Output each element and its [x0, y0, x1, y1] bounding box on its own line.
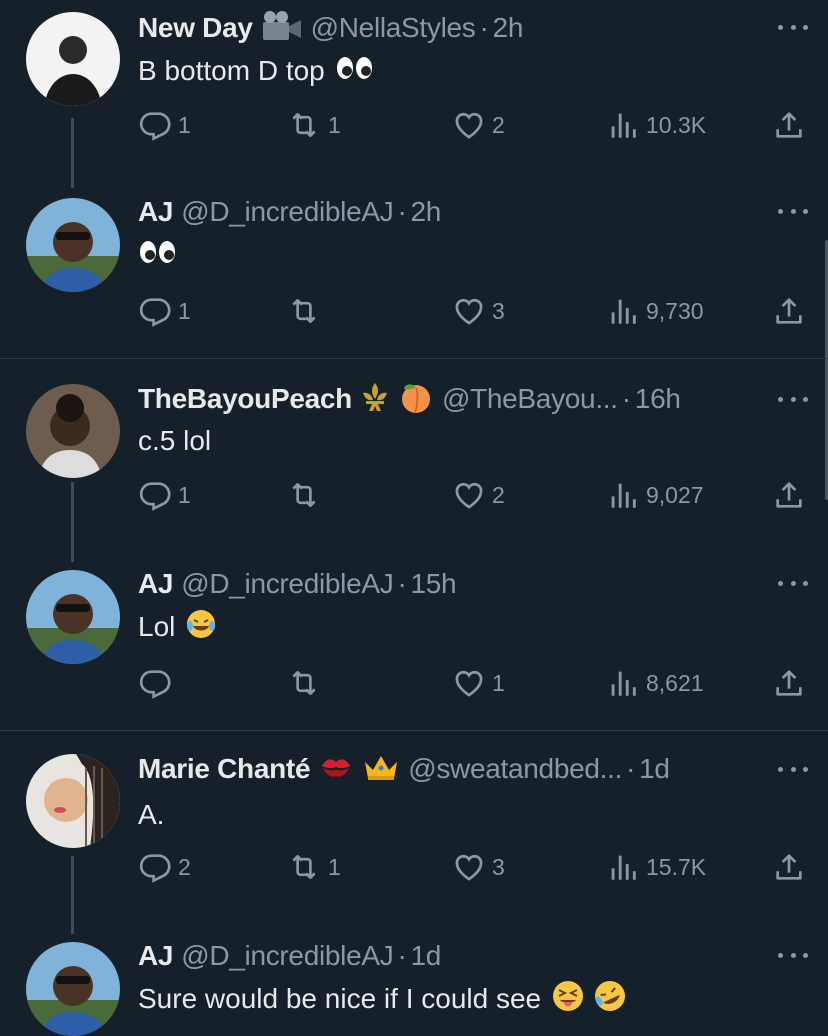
avatar[interactable]	[26, 198, 120, 292]
tweet[interactable]: New Day @NellaStyles · 2h B bottom D top…	[0, 0, 828, 188]
handle[interactable]: @NellaStyles	[311, 12, 476, 44]
like-button[interactable]: 1	[452, 666, 505, 700]
divider	[0, 730, 828, 731]
like-button[interactable]: 2	[452, 478, 505, 512]
reply-button[interactable]: 1	[138, 478, 191, 512]
retweet-button[interactable]	[286, 478, 328, 512]
reply-button[interactable]: 1	[138, 108, 191, 142]
tweet-header: New Day @NellaStyles · 2h	[138, 10, 523, 46]
avatar[interactable]	[26, 942, 120, 1036]
timestamp[interactable]: 1d	[639, 753, 670, 785]
avatar[interactable]	[26, 12, 120, 106]
tweet-text: c.5 lol	[138, 425, 212, 456]
handle[interactable]: @D_incredibleAJ	[181, 196, 394, 228]
tweet-header: TheBayouPeach @TheBayou... · 16h	[138, 380, 681, 418]
tweet-text: Lol	[138, 608, 217, 646]
separator: ·	[479, 12, 489, 43]
tweet-text: B bottom D top	[138, 52, 375, 90]
views-button[interactable]: 9,730	[606, 294, 704, 328]
kiss-mark-icon	[318, 752, 354, 787]
share-button[interactable]	[772, 850, 806, 884]
thread-line	[71, 118, 74, 188]
avatar[interactable]	[26, 570, 120, 664]
tears-of-joy-emoji-icon	[185, 608, 217, 647]
more-icon[interactable]	[778, 950, 808, 960]
tweet-header: Marie Chanté @sweatandbed... · 1d	[138, 750, 670, 788]
like-button[interactable]: 3	[452, 850, 505, 884]
share-button[interactable]	[772, 294, 806, 328]
separator: ·	[626, 753, 636, 784]
tweet-text: A.	[138, 799, 165, 830]
crown-icon	[362, 752, 400, 787]
tweet-text	[138, 236, 178, 274]
action-bar: 1 1 2 10.3K	[138, 108, 808, 144]
display-name[interactable]: AJ	[138, 196, 174, 228]
like-button[interactable]: 2	[452, 108, 505, 142]
thread-line	[71, 856, 74, 934]
divider	[0, 358, 828, 359]
timestamp[interactable]: 15h	[410, 568, 456, 600]
handle[interactable]: @sweatandbed...	[408, 753, 622, 785]
like-button[interactable]: 3	[452, 294, 505, 328]
tweet-header: AJ @D_incredibleAJ · 15h	[138, 566, 457, 602]
squinting-tongue-emoji-icon	[551, 979, 585, 1020]
camera-icon	[261, 10, 303, 47]
timestamp[interactable]: 1d	[410, 940, 441, 972]
views-button[interactable]: 15.7K	[606, 850, 706, 884]
separator: ·	[397, 568, 407, 599]
handle[interactable]: @D_incredibleAJ	[181, 940, 394, 972]
more-icon[interactable]	[778, 206, 808, 216]
rolling-laughing-emoji-icon	[593, 979, 627, 1020]
retweet-button[interactable]	[286, 294, 328, 328]
peach-icon	[398, 380, 434, 419]
share-button[interactable]	[772, 478, 806, 512]
tweet[interactable]: AJ @D_incredibleAJ · 15h Lol 1 8,621	[0, 562, 828, 730]
handle[interactable]: @D_incredibleAJ	[181, 568, 394, 600]
more-icon[interactable]	[778, 764, 808, 774]
share-button[interactable]	[772, 108, 806, 142]
views-button[interactable]: 9,027	[606, 478, 704, 512]
share-button[interactable]	[772, 666, 806, 700]
reply-button[interactable]: 2	[138, 850, 191, 884]
tweet-text: Sure would be nice if I could see	[138, 980, 627, 1018]
timestamp[interactable]: 2h	[493, 12, 524, 44]
display-name[interactable]: Marie Chanté	[138, 753, 311, 785]
action-bar: 1 2 9,027	[138, 478, 808, 514]
thread-line	[71, 482, 74, 562]
display-name[interactable]: AJ	[138, 940, 174, 972]
timestamp[interactable]: 2h	[410, 196, 441, 228]
tweet[interactable]: AJ @D_incredibleAJ · 1d Sure would be ni…	[0, 934, 828, 1036]
views-button[interactable]: 10.3K	[606, 108, 706, 142]
tweet-header: AJ @D_incredibleAJ · 2h	[138, 194, 441, 230]
retweet-button[interactable]	[286, 666, 328, 700]
separator: ·	[621, 383, 631, 414]
avatar[interactable]	[26, 754, 120, 848]
tweet-header: AJ @D_incredibleAJ · 1d	[138, 938, 441, 974]
display-name[interactable]: AJ	[138, 568, 174, 600]
more-icon[interactable]	[778, 22, 808, 32]
display-name[interactable]: TheBayouPeach	[138, 383, 352, 415]
tweet[interactable]: AJ @D_incredibleAJ · 2h 1 3 9,730	[0, 190, 828, 358]
more-icon[interactable]	[778, 394, 808, 404]
separator: ·	[397, 940, 407, 971]
reply-button[interactable]	[138, 666, 178, 700]
retweet-button[interactable]: 1	[286, 850, 341, 884]
timestamp[interactable]: 16h	[635, 383, 681, 415]
tweet[interactable]: Marie Chanté @sweatandbed... · 1d A. 2 1…	[0, 742, 828, 934]
avatar[interactable]	[26, 384, 120, 478]
fleur-de-lis-icon	[360, 381, 390, 418]
eyes-emoji-icon	[138, 239, 178, 272]
action-bar: 1 8,621	[138, 666, 808, 702]
display-name[interactable]: New Day	[138, 12, 253, 44]
more-icon[interactable]	[778, 578, 808, 588]
retweet-button[interactable]: 1	[286, 108, 341, 142]
handle[interactable]: @TheBayou...	[442, 383, 618, 415]
tweet[interactable]: TheBayouPeach @TheBayou... · 16h c.5 lol…	[0, 370, 828, 562]
reply-button[interactable]: 1	[138, 294, 191, 328]
views-button[interactable]: 8,621	[606, 666, 704, 700]
action-bar: 2 1 3 15.7K	[138, 850, 808, 886]
eyes-emoji-icon	[335, 55, 375, 88]
action-bar: 1 3 9,730	[138, 294, 808, 330]
separator: ·	[397, 196, 407, 227]
